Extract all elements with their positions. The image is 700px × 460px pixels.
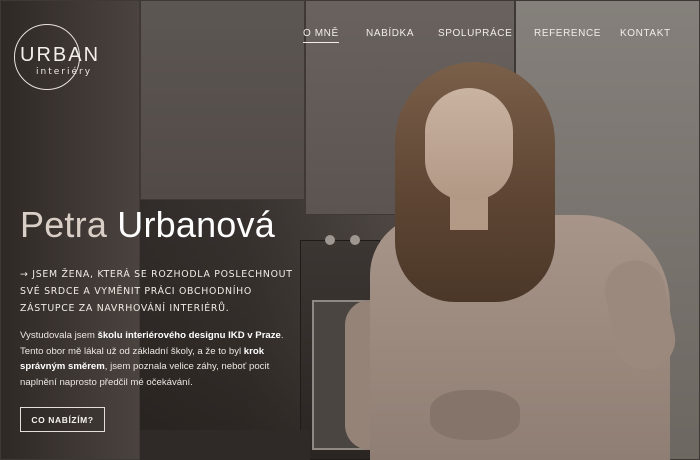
oven-knob [325,235,335,245]
hero-bio: Vystudovala jsem školu interiérového des… [20,328,290,390]
hero-last-name: Urbanová [117,204,275,245]
oven-knob [350,235,360,245]
hero-first-name: Petra [20,204,108,245]
nav-item-spoluprace[interactable]: SPOLUPRÁCE [438,28,512,39]
site-logo[interactable]: URBAN interiéry [14,24,98,94]
hero-name: Petra Urbanová [20,204,275,246]
hero-tagline-text: Jsem žena, která se rozhodla poslechnout… [20,269,293,314]
kitchen-cabinet-upper [140,0,305,200]
nav-item-nabidka[interactable]: NABÍDKA [366,28,414,39]
logo-wordmark: URBAN [20,44,101,66]
nav-item-kontakt[interactable]: KONTAKT [620,28,671,39]
logo-subtitle: interiéry [36,67,93,77]
nav-item-o-mne[interactable]: O MNĚ [303,28,339,43]
portrait-face [425,88,513,200]
what-i-offer-button[interactable]: CO NABÍZÍM? [20,407,105,432]
bio-emphasis: školu interiérového designu IKD v Praze [97,330,281,341]
arrow-icon: → [20,269,29,280]
nav-item-reference[interactable]: REFERENCE [534,28,601,39]
kitchen-counter [140,430,310,460]
portrait-shirt-knot [430,390,520,440]
bio-text: Vystudovala jsem [20,330,98,341]
hero-tagline: → Jsem žena, která se rozhodla poslechno… [20,266,300,317]
